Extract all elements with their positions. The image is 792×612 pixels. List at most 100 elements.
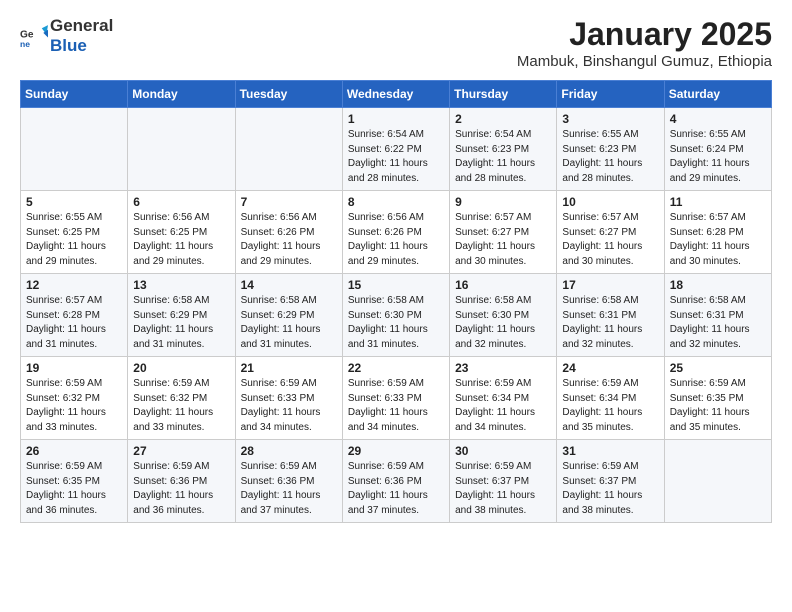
day-info: Sunrise: 6:55 AM Sunset: 6:25 PM Dayligh…	[26, 211, 122, 269]
calendar-cell: 13Sunrise: 6:58 AM Sunset: 6:29 PM Dayli…	[128, 274, 235, 357]
day-number: 17	[562, 278, 658, 292]
calendar-cell: 30Sunrise: 6:59 AM Sunset: 6:37 PM Dayli…	[450, 440, 557, 523]
main-title: January 2025	[517, 16, 772, 53]
day-info: Sunrise: 6:58 AM Sunset: 6:29 PM Dayligh…	[133, 294, 229, 352]
calendar-cell: 5 Sunrise: 6:55 AM Sunset: 6:25 PM Daylig…	[21, 191, 128, 274]
column-header-wednesday: Wednesday	[342, 81, 449, 108]
calendar-cell: 18 Sunrise: 6:58 AM Sunset: 6:31 PM Dayli…	[664, 274, 771, 357]
day-number: 25	[670, 361, 766, 375]
day-info: Sunrise: 6:55 AM Sunset: 6:24 PM Dayligh…	[670, 128, 766, 186]
calendar-table: SundayMondayTuesdayWednesdayThursdayFrid…	[20, 80, 772, 523]
column-header-friday: Friday	[557, 81, 664, 108]
day-info: Sunrise: 6:58 AM Sunset: 6:31 PM Dayligh…	[562, 294, 658, 352]
calendar-cell: 6 Sunrise: 6:56 AM Sunset: 6:25 PM Daylig…	[128, 191, 235, 274]
day-number: 1	[348, 112, 444, 126]
day-number: 4	[670, 112, 766, 126]
day-info: Sunrise: 6:56 AM Sunset: 6:25 PM Dayligh…	[133, 211, 229, 269]
week-row-4: 19 Sunrise: 6:59 AM Sunset: 6:32 PM Dayli…	[21, 357, 772, 440]
calendar-cell	[128, 108, 235, 191]
calendar-cell: 22Sunrise: 6:59 AM Sunset: 6:33 PM Dayli…	[342, 357, 449, 440]
logo-blue: Blue	[50, 36, 87, 55]
calendar-cell: 21 Sunrise: 6:59 AM Sunset: 6:33 PM Dayli…	[235, 357, 342, 440]
logo-text: General Blue	[50, 16, 113, 56]
day-number: 5	[26, 195, 122, 209]
calendar-cell: 20 Sunrise: 6:59 AM Sunset: 6:32 PM Dayli…	[128, 357, 235, 440]
day-info: Sunrise: 6:54 AM Sunset: 6:23 PM Dayligh…	[455, 128, 551, 186]
day-info: Sunrise: 6:57 AM Sunset: 6:27 PM Dayligh…	[455, 211, 551, 269]
calendar-cell: 2Sunrise: 6:54 AM Sunset: 6:23 PM Daylig…	[450, 108, 557, 191]
calendar-cell: 11Sunrise: 6:57 AM Sunset: 6:28 PM Dayli…	[664, 191, 771, 274]
calendar-cell: 15 Sunrise: 6:58 AM Sunset: 6:30 PM Dayli…	[342, 274, 449, 357]
day-info: Sunrise: 6:59 AM Sunset: 6:32 PM Dayligh…	[26, 377, 122, 435]
day-info: Sunrise: 6:57 AM Sunset: 6:27 PM Dayligh…	[562, 211, 658, 269]
day-number: 10	[562, 195, 658, 209]
week-row-3: 12 Sunrise: 6:57 AM Sunset: 6:28 PM Dayli…	[21, 274, 772, 357]
day-info: Sunrise: 6:59 AM Sunset: 6:37 PM Dayligh…	[562, 460, 658, 518]
column-header-monday: Monday	[128, 81, 235, 108]
day-info: Sunrise: 6:59 AM Sunset: 6:35 PM Dayligh…	[26, 460, 122, 518]
calendar-cell	[235, 108, 342, 191]
day-info: Sunrise: 6:59 AM Sunset: 6:36 PM Dayligh…	[133, 460, 229, 518]
day-number: 14	[241, 278, 337, 292]
title-block: January 2025 Mambuk, Binshangul Gumuz, E…	[517, 16, 772, 70]
day-number: 20	[133, 361, 229, 375]
day-info: Sunrise: 6:59 AM Sunset: 6:35 PM Dayligh…	[670, 377, 766, 435]
day-number: 16	[455, 278, 551, 292]
day-number: 9	[455, 195, 551, 209]
svg-text:ne: ne	[20, 39, 30, 49]
calendar-cell: 26 Sunrise: 6:59 AM Sunset: 6:35 PM Dayli…	[21, 440, 128, 523]
logo: Ge ne General Blue	[20, 16, 113, 56]
day-info: Sunrise: 6:58 AM Sunset: 6:31 PM Dayligh…	[670, 294, 766, 352]
header: Ge ne General Blue January 2025 Mambuk, …	[20, 16, 772, 70]
day-info: Sunrise: 6:57 AM Sunset: 6:28 PM Dayligh…	[26, 294, 122, 352]
day-number: 19	[26, 361, 122, 375]
day-info: Sunrise: 6:59 AM Sunset: 6:34 PM Dayligh…	[562, 377, 658, 435]
day-number: 21	[241, 361, 337, 375]
page: Ge ne General Blue January 2025 Mambuk, …	[0, 0, 792, 612]
day-info: Sunrise: 6:59 AM Sunset: 6:33 PM Dayligh…	[241, 377, 337, 435]
column-header-saturday: Saturday	[664, 81, 771, 108]
day-info: Sunrise: 6:59 AM Sunset: 6:32 PM Dayligh…	[133, 377, 229, 435]
logo-icon: Ge ne	[20, 22, 48, 50]
calendar-cell: 8 Sunrise: 6:56 AM Sunset: 6:26 PM Daylig…	[342, 191, 449, 274]
day-info: Sunrise: 6:59 AM Sunset: 6:34 PM Dayligh…	[455, 377, 551, 435]
day-info: Sunrise: 6:59 AM Sunset: 6:36 PM Dayligh…	[348, 460, 444, 518]
calendar-cell: 12 Sunrise: 6:57 AM Sunset: 6:28 PM Dayli…	[21, 274, 128, 357]
calendar-cell: 29Sunrise: 6:59 AM Sunset: 6:36 PM Dayli…	[342, 440, 449, 523]
day-info: Sunrise: 6:56 AM Sunset: 6:26 PM Dayligh…	[241, 211, 337, 269]
day-info: Sunrise: 6:58 AM Sunset: 6:30 PM Dayligh…	[348, 294, 444, 352]
subtitle: Mambuk, Binshangul Gumuz, Ethiopia	[517, 53, 772, 70]
week-row-5: 26 Sunrise: 6:59 AM Sunset: 6:35 PM Dayli…	[21, 440, 772, 523]
day-info: Sunrise: 6:54 AM Sunset: 6:22 PM Dayligh…	[348, 128, 444, 186]
calendar-cell: 10 Sunrise: 6:57 AM Sunset: 6:27 PM Dayli…	[557, 191, 664, 274]
day-number: 3	[562, 112, 658, 126]
day-number: 22	[348, 361, 444, 375]
day-number: 18	[670, 278, 766, 292]
calendar-cell: 7 Sunrise: 6:56 AM Sunset: 6:26 PM Daylig…	[235, 191, 342, 274]
column-header-tuesday: Tuesday	[235, 81, 342, 108]
calendar-cell: 17 Sunrise: 6:58 AM Sunset: 6:31 PM Dayli…	[557, 274, 664, 357]
day-info: Sunrise: 6:56 AM Sunset: 6:26 PM Dayligh…	[348, 211, 444, 269]
day-number: 26	[26, 444, 122, 458]
day-number: 6	[133, 195, 229, 209]
day-number: 27	[133, 444, 229, 458]
calendar-cell: 19 Sunrise: 6:59 AM Sunset: 6:32 PM Dayli…	[21, 357, 128, 440]
calendar-cell: 31 Sunrise: 6:59 AM Sunset: 6:37 PM Dayli…	[557, 440, 664, 523]
day-number: 15	[348, 278, 444, 292]
day-number: 23	[455, 361, 551, 375]
day-number: 31	[562, 444, 658, 458]
calendar-cell: 4 Sunrise: 6:55 AM Sunset: 6:24 PM Daylig…	[664, 108, 771, 191]
column-header-sunday: Sunday	[21, 81, 128, 108]
calendar-cell	[664, 440, 771, 523]
day-info: Sunrise: 6:58 AM Sunset: 6:29 PM Dayligh…	[241, 294, 337, 352]
day-number: 28	[241, 444, 337, 458]
calendar-cell: 28Sunrise: 6:59 AM Sunset: 6:36 PM Dayli…	[235, 440, 342, 523]
day-number: 8	[348, 195, 444, 209]
day-number: 7	[241, 195, 337, 209]
calendar-cell: 14 Sunrise: 6:58 AM Sunset: 6:29 PM Dayli…	[235, 274, 342, 357]
calendar-cell: 24Sunrise: 6:59 AM Sunset: 6:34 PM Dayli…	[557, 357, 664, 440]
calendar-cell: 3Sunrise: 6:55 AM Sunset: 6:23 PM Daylig…	[557, 108, 664, 191]
day-number: 12	[26, 278, 122, 292]
column-header-thursday: Thursday	[450, 81, 557, 108]
week-row-2: 5 Sunrise: 6:55 AM Sunset: 6:25 PM Daylig…	[21, 191, 772, 274]
